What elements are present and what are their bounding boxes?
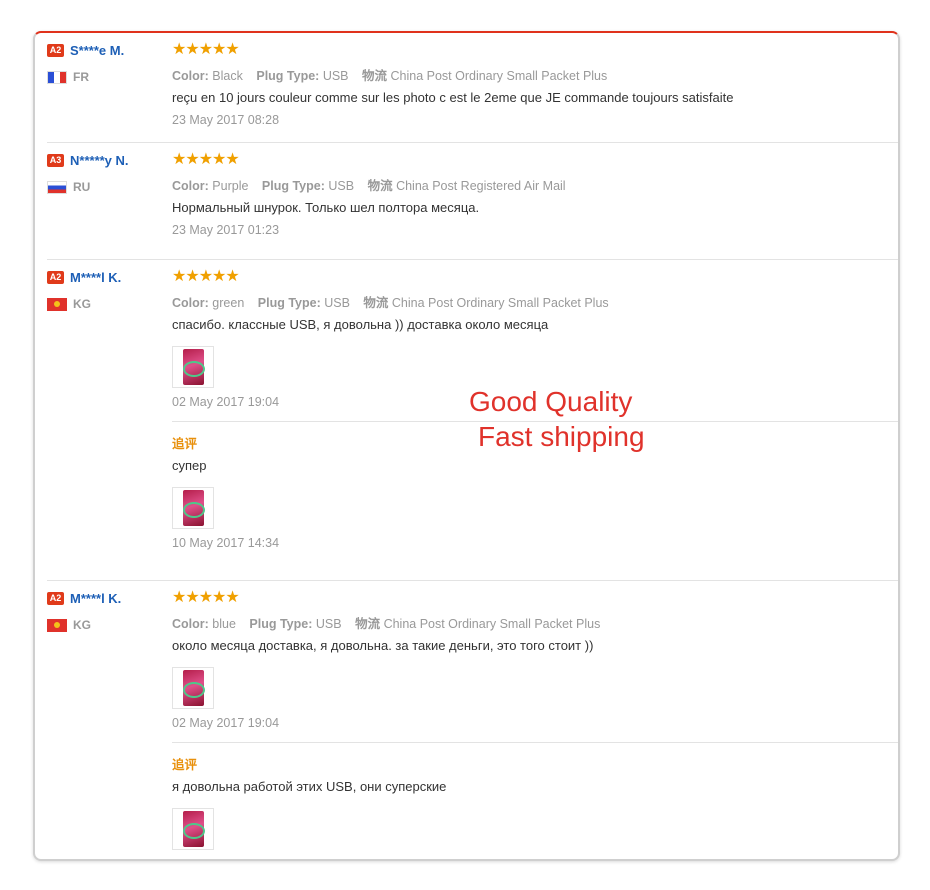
star-rating: ★★★★★ <box>172 268 240 285</box>
shipping-label: 物流 <box>362 69 388 83</box>
review-item: A3 N*****y N. RU ★★★★★ Color: Purple Plug… <box>47 143 898 260</box>
review-photo-thumbnail[interactable] <box>172 487 214 529</box>
country-code: FR <box>73 70 89 84</box>
review-date: 23 May 2017 08:28 <box>172 113 280 127</box>
reviewer-country: KG <box>47 618 167 633</box>
reviewer-name[interactable]: N*****y N. <box>70 153 129 168</box>
shipping-value: China Post Ordinary Small Packet Plus <box>383 617 601 631</box>
review-text: около месяца доставка, я довольна. за та… <box>172 638 594 653</box>
buyer-level-badge: A3 <box>47 154 64 168</box>
followup-text: я довольна работой этих USB, они суперск… <box>172 779 447 794</box>
reviewer-country: KG <box>47 297 167 312</box>
review-photo-thumbnail[interactable] <box>172 667 214 709</box>
plug-type-value: USB <box>324 296 350 310</box>
shipping-value: China Post Ordinary Small Packet Plus <box>391 296 609 310</box>
order-attributes: Color: Black Plug Type: USB 物流 China Pos… <box>172 65 898 83</box>
review-photo-thumbnail[interactable] <box>172 346 214 388</box>
buyer-level-badge: A2 <box>47 592 64 606</box>
order-attributes: Color: blue Plug Type: USB 物流 China Post… <box>172 613 898 631</box>
color-label: Color: <box>172 179 209 193</box>
reviewer-country: RU <box>47 180 167 195</box>
color-label: Color: <box>172 69 209 83</box>
plug-type-label: Plug Type: <box>256 69 320 83</box>
flag-kg-icon <box>47 298 67 312</box>
flag-ru-icon <box>47 181 67 195</box>
plug-type-label: Plug Type: <box>249 617 313 631</box>
shipping-value: China Post Ordinary Small Packet Plus <box>390 69 608 83</box>
plug-type-value: USB <box>315 617 342 631</box>
reviewer-info: A2 M****l K. KG <box>47 269 167 312</box>
reviewer-name[interactable]: S****e M. <box>70 43 124 58</box>
order-attributes: Color: green Plug Type: USB 物流 China Pos… <box>172 292 898 310</box>
plug-type-value: USB <box>328 179 355 193</box>
reviews-panel: A2 S****e M. FR ★★★★★ Color: Black Plug T… <box>33 31 900 861</box>
followup-text: супер <box>172 458 207 473</box>
flag-kg-icon <box>47 619 67 633</box>
star-rating: ★★★★★ <box>172 589 240 606</box>
promo-overlay-line2: Fast shipping <box>478 421 645 452</box>
color-value: blue <box>212 617 236 631</box>
plug-type-label: Plug Type: <box>261 179 325 193</box>
shipping-label: 物流 <box>363 296 389 310</box>
reviewer-name[interactable]: M****l K. <box>70 270 121 285</box>
plug-type-label: Plug Type: <box>257 296 321 310</box>
color-value: Purple <box>212 179 249 193</box>
color-value: Black <box>212 69 243 83</box>
order-attributes: Color: Purple Plug Type: USB 物流 China Po… <box>172 175 898 193</box>
reviewer-info: A2 M****l K. KG <box>47 590 167 633</box>
star-rating: ★★★★★ <box>172 151 240 168</box>
color-label: Color: <box>172 617 209 631</box>
color-value: green <box>212 296 245 310</box>
followup-review: 追评 я довольна работой этих USB, они супе… <box>172 742 898 850</box>
reviewer-country: FR <box>47 70 167 85</box>
reviewer-info: A3 N*****y N. RU <box>47 152 167 195</box>
review-item: A2 M****l K. KG ★★★★★ Color: green Plug T… <box>47 260 898 581</box>
buyer-level-badge: A2 <box>47 44 64 58</box>
review-date: 23 May 2017 01:23 <box>172 223 280 237</box>
promo-overlay-line1: Good Quality <box>469 386 633 417</box>
buyer-level-badge: A2 <box>47 271 64 285</box>
star-rating: ★★★★★ <box>172 41 240 58</box>
country-code: RU <box>73 180 91 194</box>
review-item: A2 M****l K. KG ★★★★★ Color: blue Plug Ty… <box>47 581 898 859</box>
flag-fr-icon <box>47 71 67 85</box>
reviewer-info: A2 S****e M. FR <box>47 42 167 85</box>
review-text: спасибо. классные USB, я довольна )) дос… <box>172 317 549 332</box>
shipping-label: 物流 <box>367 179 393 193</box>
color-label: Color: <box>172 296 209 310</box>
country-code: KG <box>73 297 91 311</box>
shipping-label: 物流 <box>355 617 381 631</box>
reviewer-name[interactable]: M****l K. <box>70 591 121 606</box>
review-text: reçu en 10 jours couleur comme sur les p… <box>172 90 734 105</box>
review-text: Нормальный шнурок. Только шел полтора ме… <box>172 200 480 215</box>
review-date: 02 May 2017 19:04 <box>172 716 280 730</box>
review-item: A2 S****e M. FR ★★★★★ Color: Black Plug T… <box>47 33 898 143</box>
shipping-value: China Post Registered Air Mail <box>396 179 566 193</box>
followup-date: 10 May 2017 14:34 <box>172 536 280 550</box>
review-photo-thumbnail[interactable] <box>172 808 214 850</box>
country-code: KG <box>73 618 91 632</box>
plug-type-value: USB <box>322 69 349 83</box>
followup-label: 追评 <box>172 758 198 772</box>
